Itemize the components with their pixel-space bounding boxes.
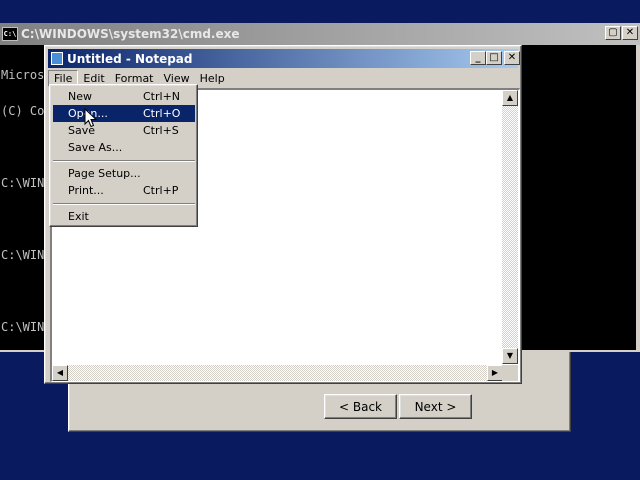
scroll-right-icon[interactable]: ▶ — [487, 365, 503, 381]
menu-item-new[interactable]: New Ctrl+N — [53, 88, 195, 105]
notepad-titlebar[interactable]: Untitled - Notepad _ □ ✕ — [48, 49, 520, 68]
horizontal-scrollbar[interactable]: ◀ ▶ — [52, 365, 503, 381]
maximize-icon[interactable]: □ — [486, 51, 502, 65]
close-icon[interactable]: ✕ — [622, 26, 638, 40]
notepad-icon — [51, 52, 63, 65]
scroll-left-icon[interactable]: ◀ — [52, 365, 68, 381]
restore-icon[interactable]: ▢ — [605, 26, 621, 40]
menu-separator — [53, 160, 195, 162]
menu-item-save-as[interactable]: Save As... — [53, 139, 195, 156]
menu-item-save[interactable]: Save Ctrl+S — [53, 122, 195, 139]
cmd-title: C:\WINDOWS\system32\cmd.exe — [21, 27, 240, 41]
notepad-title: Untitled - Notepad — [67, 51, 193, 66]
size-grip-icon[interactable] — [502, 365, 518, 381]
menu-item-exit[interactable]: Exit — [53, 208, 195, 225]
cmd-titlebar[interactable]: C:\ C:\WINDOWS\system32\cmd.exe ▢ ✕ — [0, 23, 640, 45]
vertical-scrollbar[interactable]: ▲ ▼ — [502, 90, 518, 364]
minimize-icon[interactable]: _ — [470, 51, 486, 65]
scroll-up-icon[interactable]: ▲ — [502, 90, 518, 106]
close-icon[interactable]: ✕ — [504, 51, 520, 65]
file-menu-dropdown: New Ctrl+N Open... Ctrl+O Save Ctrl+S Sa… — [49, 84, 198, 227]
menu-help[interactable]: Help — [195, 71, 230, 86]
menu-item-page-setup[interactable]: Page Setup... — [53, 165, 195, 182]
mouse-pointer-icon — [84, 108, 98, 128]
scroll-down-icon[interactable]: ▼ — [502, 348, 518, 364]
menu-item-print[interactable]: Print... Ctrl+P — [53, 182, 195, 199]
menu-item-open[interactable]: Open... Ctrl+O — [53, 105, 195, 122]
back-button[interactable]: < Back — [324, 394, 397, 419]
next-button[interactable]: Next > — [399, 394, 472, 419]
menu-separator — [53, 203, 195, 205]
cmd-icon: C:\ — [2, 27, 18, 41]
